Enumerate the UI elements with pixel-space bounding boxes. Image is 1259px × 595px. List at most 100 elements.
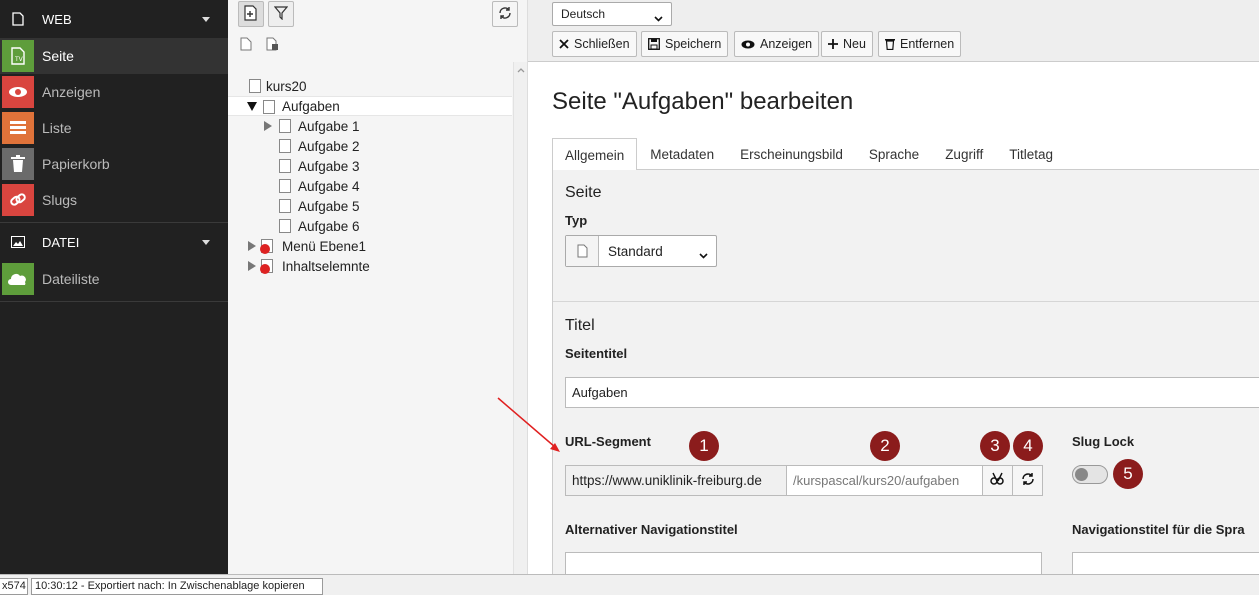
module-group-web[interactable]: WEB xyxy=(0,0,228,38)
alt-nav-title-input[interactable] xyxy=(565,552,1042,574)
page-tree: kurs20 Aufgaben Aufgabe 1 Aufgabe 2 Aufg… xyxy=(228,76,512,276)
page-icon xyxy=(249,79,261,93)
edit-form: Seite "Aufgaben" bearbeiten Allgemein Me… xyxy=(528,62,1259,574)
eye-icon xyxy=(741,40,755,49)
tab-zugriff[interactable]: Zugriff xyxy=(932,138,996,170)
toggle-knob xyxy=(1075,468,1088,481)
page-copy-icon[interactable] xyxy=(266,37,280,54)
page-type-value: Standard xyxy=(608,243,663,259)
tree-node-child[interactable]: Aufgabe 5 xyxy=(228,196,512,216)
refresh-icon xyxy=(1021,472,1035,489)
refresh-tree-button[interactable] xyxy=(492,1,518,27)
save-icon xyxy=(648,38,660,50)
link-icon xyxy=(2,184,34,216)
trash-icon xyxy=(2,148,34,180)
tree-node-child[interactable]: Aufgabe 1 xyxy=(228,116,512,136)
refresh-icon xyxy=(498,6,512,23)
menu-divider xyxy=(0,301,228,302)
filter-button[interactable] xyxy=(268,1,294,27)
tree-node-label: Inhaltselemnte xyxy=(282,258,370,274)
svg-text:TV: TV xyxy=(14,56,24,63)
restricted-icon xyxy=(260,264,270,274)
tree-scrollbar[interactable] xyxy=(513,62,527,574)
filter-icon xyxy=(273,5,289,23)
status-dimensions: x574 xyxy=(0,578,28,595)
module-item-liste[interactable]: Liste xyxy=(0,110,228,146)
restricted-icon xyxy=(260,244,270,254)
module-group-datei[interactable]: DATEI xyxy=(0,223,228,261)
new-button[interactable]: Neu xyxy=(821,31,873,57)
language-select[interactable]: Deutsch xyxy=(552,2,672,26)
url-segment-input[interactable]: /kurspascal/kurs20/aufgaben xyxy=(786,465,983,496)
recreate-slug-button[interactable] xyxy=(1012,465,1043,496)
trash-icon xyxy=(885,38,895,50)
tab-titletag[interactable]: Titletag xyxy=(996,138,1066,170)
tab-bar: Allgemein Metadaten Erscheinungsbild Spr… xyxy=(552,138,1259,171)
collapse-icon[interactable] xyxy=(247,101,257,111)
delete-button[interactable]: Entfernen xyxy=(878,31,962,57)
page-title-input[interactable]: Aufgaben xyxy=(565,377,1259,408)
tab-allgemein[interactable]: Allgemein xyxy=(552,138,638,171)
status-message: 10:30:12 - Exportiert nach: In Zwischena… xyxy=(31,578,323,595)
scroll-up-icon xyxy=(517,68,525,73)
tree-node-sibling[interactable]: Menü Ebene1 xyxy=(228,236,512,256)
section-heading-seite: Seite xyxy=(565,184,602,201)
module-item-dateiliste[interactable]: Dateiliste xyxy=(0,261,228,297)
chevron-down-icon xyxy=(654,11,663,25)
language-value: Deutsch xyxy=(561,7,606,21)
page-type-select[interactable]: Standard xyxy=(565,235,717,267)
close-button[interactable]: Schließen xyxy=(552,31,637,57)
module-item-slugs[interactable]: Slugs xyxy=(0,182,228,218)
tab-erscheinungsbild[interactable]: Erscheinungsbild xyxy=(727,138,856,170)
tree-node-selected[interactable]: Aufgaben xyxy=(228,96,512,116)
annotation-badge-3: 3 xyxy=(980,431,1010,461)
doc-header: Deutsch Schließen Speichern Anzeigen Neu… xyxy=(528,0,1259,62)
slug-lock-toggle[interactable] xyxy=(1072,465,1108,484)
tree-node-root[interactable]: kurs20 xyxy=(228,76,512,96)
module-item-seite[interactable]: TV Seite xyxy=(0,38,228,74)
tree-node-child[interactable]: Aufgabe 4 xyxy=(228,176,512,196)
expand-icon[interactable] xyxy=(247,261,257,271)
alt-nav-title-label: Alternativer Navigationstitel xyxy=(565,522,738,537)
tree-node-child[interactable]: Aufgabe 3 xyxy=(228,156,512,176)
new-page-button[interactable] xyxy=(238,1,264,27)
tab-sprache[interactable]: Sprache xyxy=(856,138,932,170)
url-segment-label: URL-Segment xyxy=(565,434,651,449)
delete-button-label: Entfernen xyxy=(900,37,955,51)
tree-node-sibling[interactable]: Inhaltselemnte xyxy=(228,256,512,276)
status-bar: x574 10:30:12 - Exportiert nach: In Zwis… xyxy=(0,574,1259,595)
module-item-papierkorb[interactable]: Papierkorb xyxy=(0,146,228,182)
module-item-label: Seite xyxy=(42,48,74,64)
expand-icon[interactable] xyxy=(247,241,257,251)
close-button-label: Schließen xyxy=(574,37,630,51)
section-heading-titel: Titel xyxy=(565,317,595,334)
module-item-label: Slugs xyxy=(42,192,78,208)
module-item-anzeigen[interactable]: Anzeigen xyxy=(0,74,228,110)
page-icon xyxy=(279,159,291,173)
tab-metadaten[interactable]: Metadaten xyxy=(637,138,727,170)
tree-node-label: kurs20 xyxy=(266,78,307,94)
page-title: Seite "Aufgaben" bearbeiten xyxy=(552,88,854,115)
page-new-icon[interactable] xyxy=(240,37,252,54)
edit-slug-button[interactable] xyxy=(982,465,1013,496)
plus-icon xyxy=(828,39,838,49)
tree-node-child[interactable]: Aufgabe 2 xyxy=(228,136,512,156)
annotation-badge-2: 2 xyxy=(870,431,900,461)
view-button-label: Anzeigen xyxy=(760,37,813,51)
new-button-label: Neu xyxy=(843,37,866,51)
annotation-badge-4: 4 xyxy=(1013,431,1043,461)
module-item-label: Dateiliste xyxy=(42,271,100,287)
nav-title-language-label: Navigationstitel für die Spra xyxy=(1072,522,1245,537)
tree-node-label: Aufgabe 2 xyxy=(298,138,360,154)
tree-node-child[interactable]: Aufgabe 6 xyxy=(228,216,512,236)
chevron-down-icon xyxy=(699,248,708,262)
nav-title-language-input[interactable] xyxy=(1072,552,1259,574)
save-button[interactable]: Speichern xyxy=(641,31,729,57)
image-icon xyxy=(10,234,26,250)
page-icon xyxy=(279,139,291,153)
expand-icon[interactable] xyxy=(263,121,273,131)
view-button[interactable]: Anzeigen xyxy=(734,31,820,57)
new-page-icon xyxy=(244,4,258,24)
eye-icon xyxy=(2,76,34,108)
page-tree-pane: kurs20 Aufgaben Aufgabe 1 Aufgabe 2 Aufg… xyxy=(228,0,528,574)
